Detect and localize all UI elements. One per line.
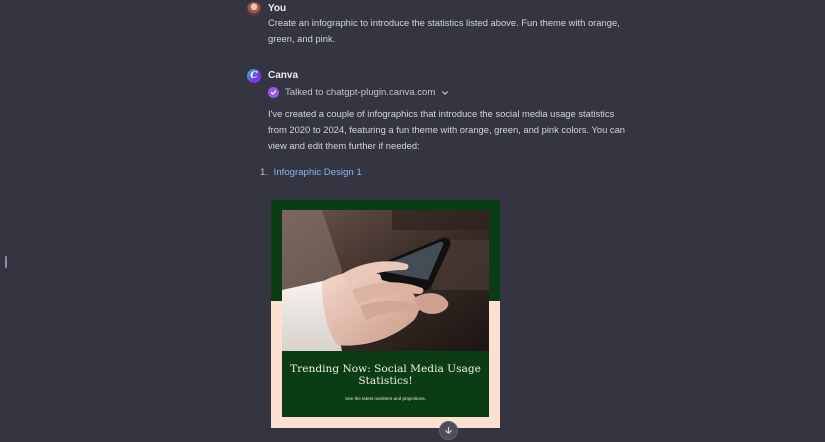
assistant-author-name: Canva: [268, 70, 299, 81]
plugin-status-text: Talked to chatgpt-plugin.canva.com: [285, 87, 436, 98]
infographic-design-link[interactable]: Infographic Design 1: [274, 167, 362, 178]
infographic-subtitle: See the latest numbers and projections.: [345, 396, 426, 401]
canva-avatar-letter: C: [250, 70, 258, 81]
chevron-down-icon: [441, 89, 449, 97]
infographic-photo: [282, 210, 489, 351]
plugin-status-toggle[interactable]: Talked to chatgpt-plugin.canva.com: [268, 87, 449, 98]
user-message-text: Create an infographic to introduce the s…: [268, 17, 620, 44]
canva-logo-icon: C: [247, 69, 261, 83]
infographic-preview[interactable]: Trending Now: Social Media Usage Statist…: [271, 200, 500, 428]
scroll-to-bottom-button[interactable]: [439, 421, 458, 440]
sidebar-resize-handle[interactable]: [5, 256, 7, 268]
user-author-name: You: [268, 3, 287, 14]
user-avatar: [247, 2, 261, 16]
chat-page: You Create an infographic to introduce t…: [0, 0, 825, 442]
assistant-message-text: I've created a couple of infographics th…: [268, 108, 626, 151]
hand-holding-phone-image: [282, 210, 489, 351]
infographic-title: Trending Now: Social Media Usage Statist…: [290, 363, 481, 387]
list-item: 1. Infographic Design 1: [260, 167, 362, 178]
check-circle-icon: [268, 87, 279, 98]
arrow-down-icon: [445, 426, 452, 434]
list-item-number: 1.: [260, 167, 269, 178]
infographic-title-panel: Trending Now: Social Media Usage Statist…: [282, 351, 489, 417]
